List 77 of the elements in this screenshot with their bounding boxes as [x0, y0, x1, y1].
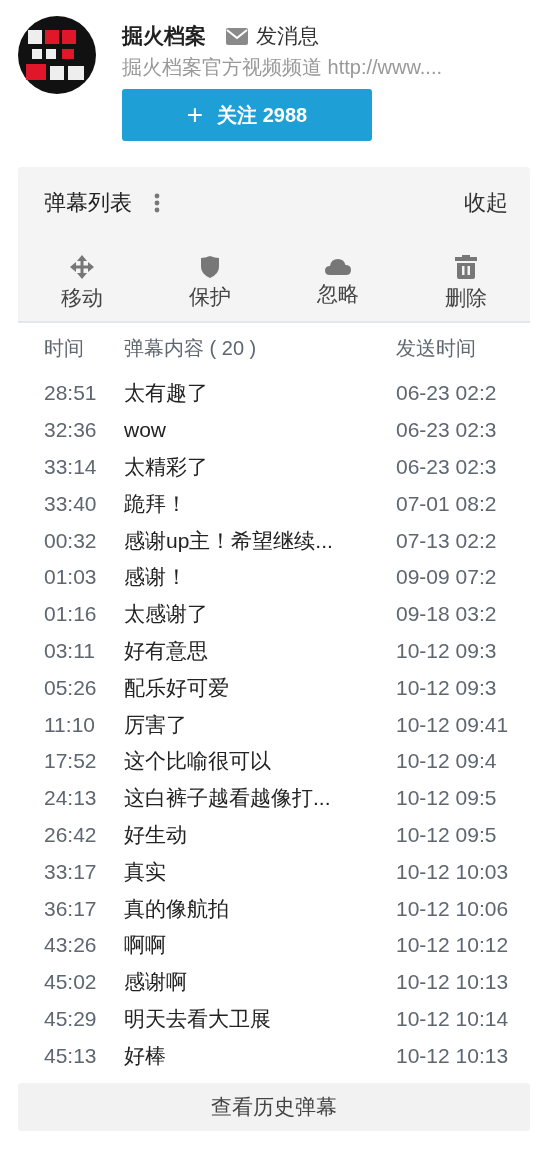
message-link[interactable]: 发消息 — [226, 22, 319, 50]
time-cell-text: 26:42 — [43, 822, 98, 847]
content-cell-text: 感谢！ — [124, 564, 188, 591]
protect-button[interactable]: 保护 — [146, 239, 274, 321]
sent-time-cell: 10-12 09:3 — [396, 638, 497, 663]
sent-time-cell: 07-13 02:2 — [396, 528, 497, 553]
content-cell-text: 好生动 — [124, 821, 188, 848]
sent-time-cell: 10-12 09:5 — [396, 786, 497, 811]
time-cell-text: 45:13 — [43, 1043, 98, 1068]
time-cell-text: 28:51 — [43, 381, 98, 406]
move-button[interactable]: 移动 — [18, 239, 146, 321]
sent-time-cell: 10-12 10:13 — [396, 970, 509, 995]
content-cell-text: 太感谢了 — [124, 601, 209, 628]
content-cell-text: 这白裤子越看越像打... — [124, 785, 332, 812]
panel-title: 弹幕列表 — [44, 189, 132, 217]
sent-time-cell: 06-23 02:2 — [396, 381, 497, 406]
content-cell-text: 这个比喻很可以 — [124, 748, 272, 775]
content-cell-text: 配乐好可爱 — [124, 674, 230, 701]
time-cell-text: 33:40 — [43, 491, 98, 516]
sent-time-cell: 06-23 02:3 — [396, 418, 497, 443]
content-cell-text: 好棒 — [124, 1042, 167, 1069]
sent-time-cell: 09-18 03:2 — [396, 602, 497, 627]
channel-description: 掘火档案官方视频频道 http://www.... — [122, 55, 443, 80]
content-cell-text: 感谢啊 — [124, 969, 188, 996]
time-cell-text: 11:10 — [43, 712, 96, 737]
shield-icon — [200, 255, 220, 279]
content-cell-text: 太有趣了 — [124, 380, 209, 407]
content-cell-text: 真实 — [124, 858, 167, 885]
time-cell-text: 01:16 — [43, 602, 98, 627]
time-cell-text: 33:14 — [43, 455, 98, 479]
ignore-button[interactable]: 忽略 — [274, 239, 402, 321]
cloud-icon — [324, 258, 352, 276]
time-cell-text: 33:17 — [43, 859, 98, 884]
sent-time-cell: 10-12 09:3 — [396, 675, 497, 700]
sent-time-cell: 10-12 10:03 — [396, 859, 509, 884]
content-cell-text: wow — [124, 418, 167, 443]
column-header: 时间 — [43, 335, 85, 361]
sent-time-cell: 10-12 10:06 — [396, 896, 509, 921]
content-cell-text: 跪拜！ — [124, 490, 188, 517]
mail-icon — [226, 27, 248, 45]
time-cell-text: 01:03 — [43, 565, 98, 590]
time-cell-text: 00:32 — [43, 528, 98, 553]
sent-time-cell: 09-09 07:2 — [396, 565, 497, 590]
column-header: 弹幕内容 ( 20 ) — [124, 335, 258, 361]
channel-name: 掘火档案 — [122, 23, 206, 49]
time-cell-text: 17:52 — [43, 749, 98, 774]
content-cell-text: 明天去看大卫展 — [124, 1005, 272, 1032]
move-icon — [69, 254, 95, 280]
time-cell-text: 45:29 — [43, 1006, 98, 1031]
more-icon[interactable] — [154, 193, 160, 213]
content-cell-text: 好有意思 — [124, 637, 209, 664]
time-cell-text: 03:11 — [43, 638, 96, 663]
content-cell-text: 啊啊 — [124, 932, 167, 959]
sent-time-cell: 06-23 02:3 — [396, 455, 497, 479]
sent-time-cell: 10-12 10:14 — [396, 1006, 509, 1031]
time-cell-text: 24:13 — [43, 786, 98, 811]
sent-time-cell: 10-12 09:5 — [396, 822, 497, 847]
sent-time-cell: 10-12 10:13 — [396, 1043, 509, 1068]
content-cell-text: 感谢up主！希望继续... — [124, 527, 334, 554]
time-cell-text: 36:17 — [43, 896, 98, 921]
trash-icon — [454, 254, 478, 280]
time-cell-text: 45:02 — [43, 970, 98, 995]
sent-time-cell: 10-12 10:12 — [396, 933, 509, 958]
content-cell-text: 真的像航拍 — [124, 895, 230, 922]
content-cell-text: 厉害了 — [124, 711, 188, 738]
history-button[interactable]: 查看历史弹幕 — [18, 1083, 530, 1131]
content-cell-text: 太精彩了 — [124, 454, 209, 480]
column-header: 发送时间 — [396, 335, 476, 361]
avatar-icon — [18, 16, 96, 94]
delete-button[interactable]: 删除 — [402, 239, 530, 321]
sent-time-cell: 07-01 08:2 — [396, 491, 497, 516]
sent-time-cell: 10-12 09:41 — [396, 712, 509, 737]
time-cell-text: 05:26 — [43, 675, 98, 700]
sent-time-cell: 10-12 09:4 — [396, 749, 497, 774]
time-cell-text: 32:36 — [43, 418, 98, 443]
time-cell-text: 43:26 — [43, 933, 98, 958]
collapse-link[interactable]: 收起 — [464, 188, 508, 218]
